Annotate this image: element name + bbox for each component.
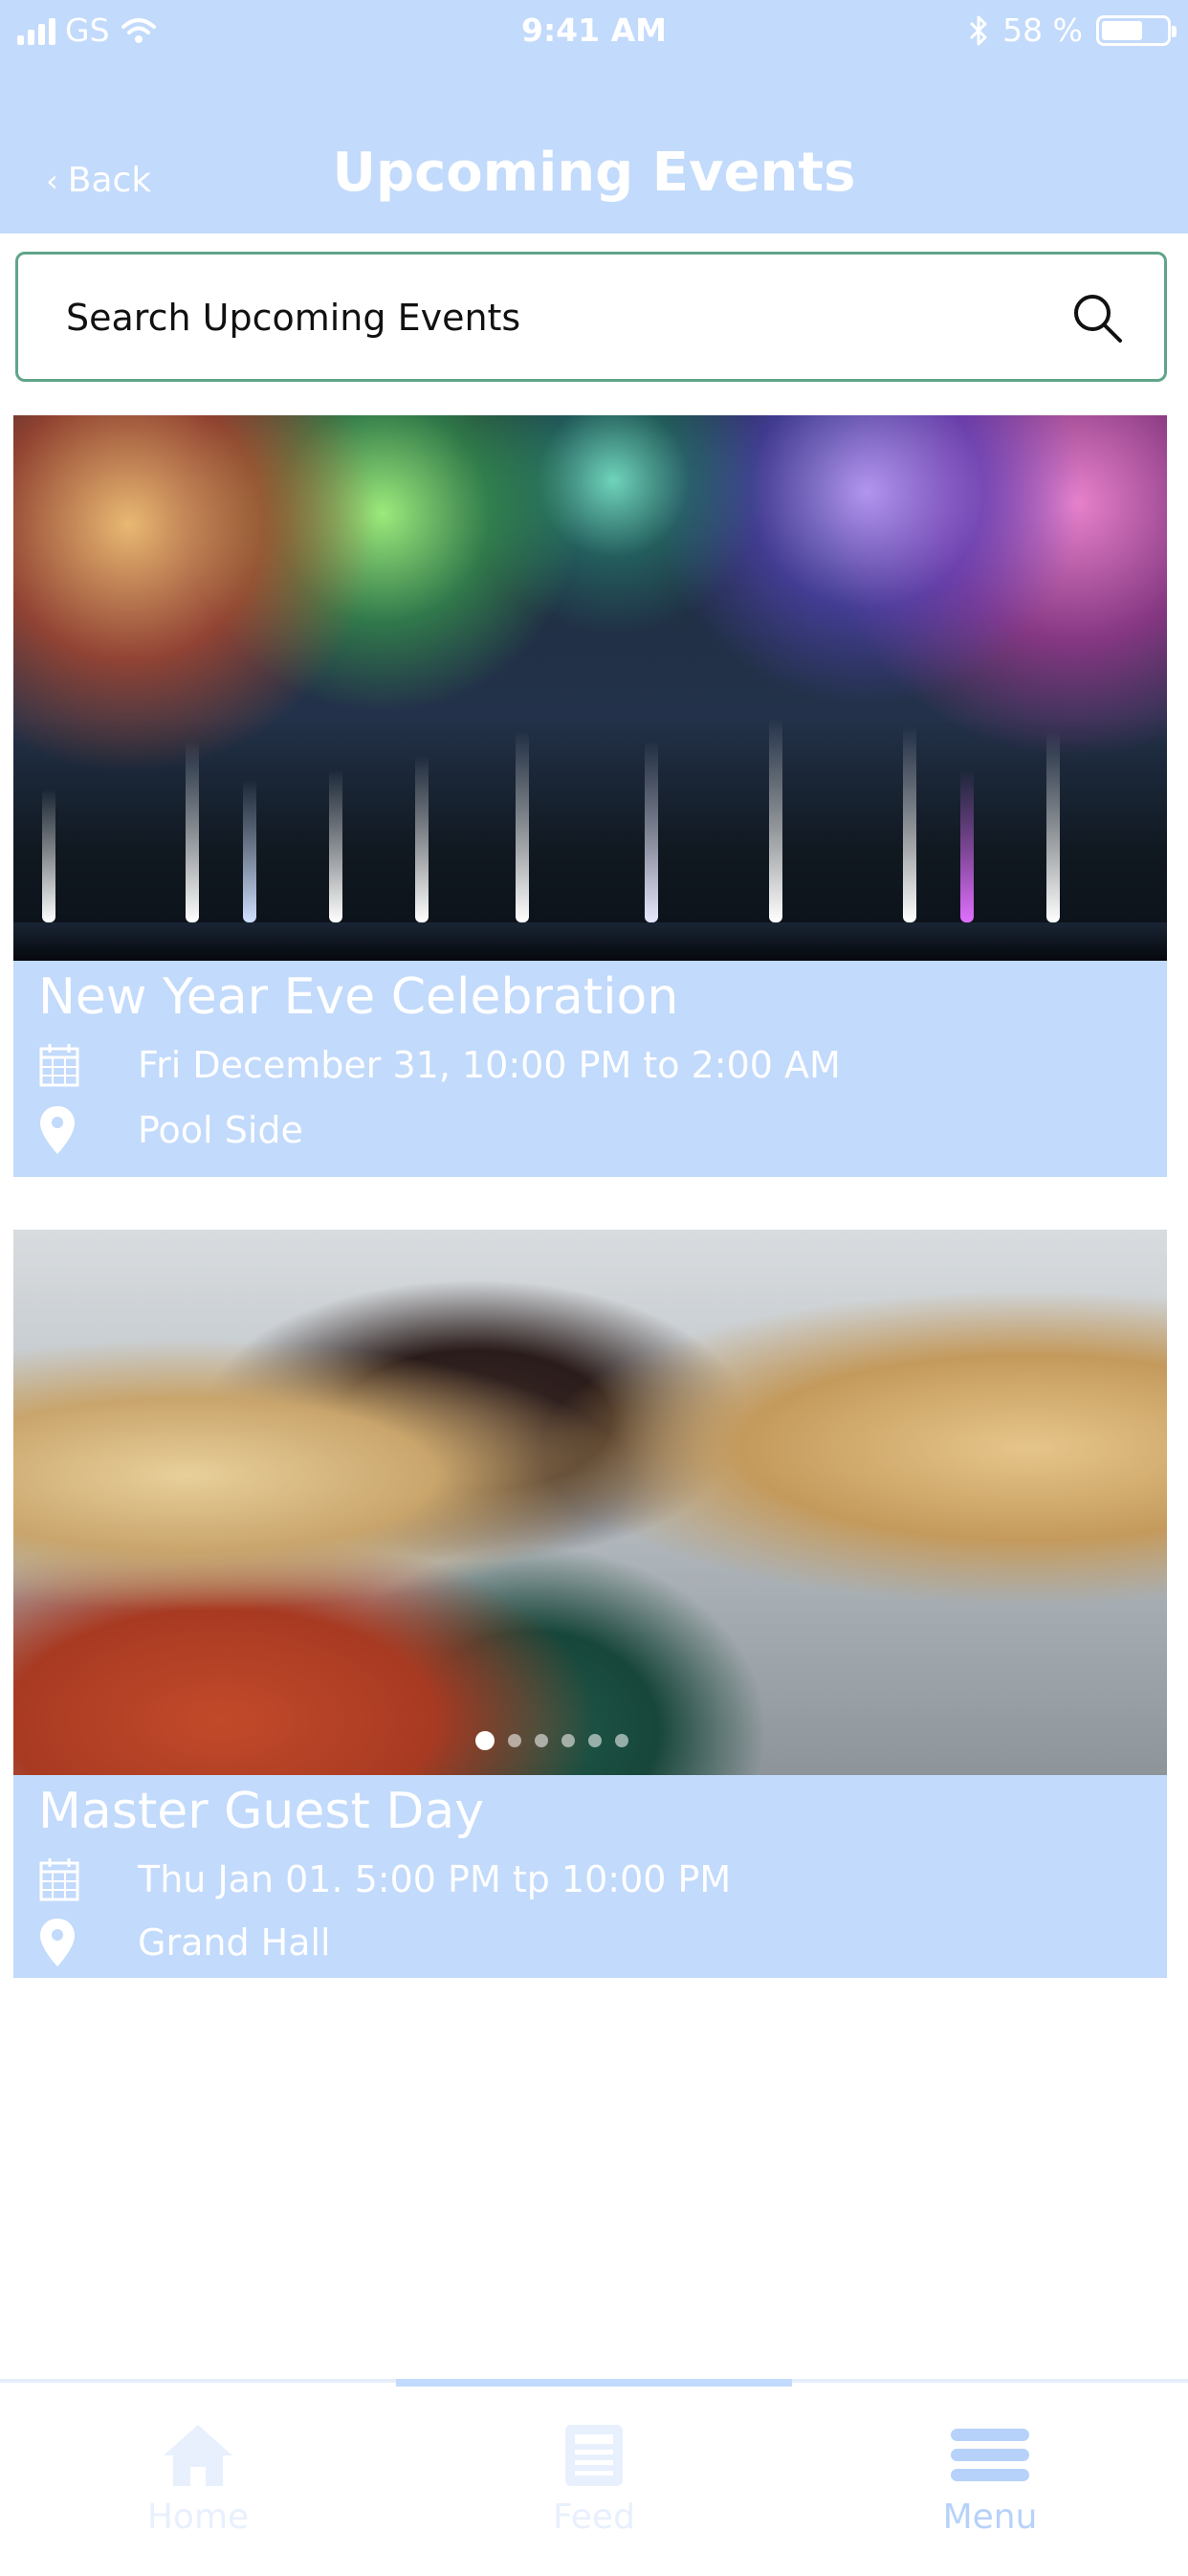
calendar-icon [39, 1044, 79, 1087]
event-image-guests [13, 1230, 1167, 1775]
tab-bar: Home Feed Menu [0, 2379, 1188, 2576]
event-location-row: Pool Side [38, 1106, 303, 1154]
event-card[interactable]: Master Guest Day Thu Jan 01. 5:00 PM tp … [13, 1230, 1167, 1978]
page-title: Upcoming Events [332, 142, 856, 204]
tab-menu-label: Menu [942, 2498, 1038, 2537]
event-date-row: Thu Jan 01. 5:00 PM tp 10:00 PM [38, 1855, 731, 1903]
carousel-dot[interactable] [535, 1734, 548, 1747]
home-icon [164, 2425, 232, 2486]
event-title: Master Guest Day [38, 1783, 485, 1840]
battery-icon [1096, 14, 1177, 46]
newspaper-icon [565, 2425, 623, 2486]
search-icon[interactable] [1068, 289, 1126, 346]
search-input[interactable]: Search Upcoming Events [15, 252, 1167, 382]
battery-percent: 58 % [1002, 11, 1083, 49]
event-image-fireworks [13, 415, 1167, 961]
tab-selection-indicator [396, 2379, 792, 2387]
event-date-row: Fri December 31, 10:00 PM to 2:00 AM [38, 1041, 841, 1089]
tab-feed-label: Feed [553, 2498, 635, 2537]
tab-feed[interactable]: Feed [396, 2421, 792, 2537]
event-card[interactable]: New Year Eve Celebration Fri December 31… [13, 415, 1167, 1177]
carousel-indicator[interactable] [13, 1731, 1129, 1750]
tab-menu[interactable]: Menu [792, 2421, 1188, 2537]
search-placeholder: Search Upcoming Events [66, 297, 521, 339]
tab-home[interactable]: Home [0, 2421, 396, 2537]
event-date: Thu Jan 01. 5:00 PM tp 10:00 PM [138, 1858, 732, 1900]
event-date: Fri December 31, 10:00 PM to 2:00 AM [138, 1044, 841, 1086]
menu-icon [951, 2429, 1029, 2481]
event-info: Master Guest Day Thu Jan 01. 5:00 PM tp … [13, 1775, 1167, 1978]
event-location: Pool Side [138, 1109, 303, 1151]
bluetooth-icon [970, 15, 987, 45]
carousel-dot[interactable] [588, 1734, 602, 1747]
event-location-row: Grand Hall [38, 1919, 331, 1966]
carousel-dot[interactable] [508, 1734, 521, 1747]
location-pin-icon [40, 1106, 75, 1154]
carousel-dot[interactable] [561, 1734, 575, 1747]
event-location: Grand Hall [138, 1921, 331, 1964]
event-info: New Year Eve Celebration Fri December 31… [13, 961, 1167, 1177]
event-title: New Year Eve Celebration [38, 968, 679, 1026]
status-bar: GS 9:41 AM 58 % [0, 0, 1188, 67]
calendar-icon [39, 1858, 79, 1901]
carousel-dot[interactable] [475, 1731, 495, 1750]
tab-home-label: Home [146, 2498, 250, 2537]
carousel-dot[interactable] [615, 1734, 628, 1747]
header: GS 9:41 AM 58 % ‹ Back Upcoming Events [0, 0, 1188, 233]
location-pin-icon [40, 1919, 75, 1966]
